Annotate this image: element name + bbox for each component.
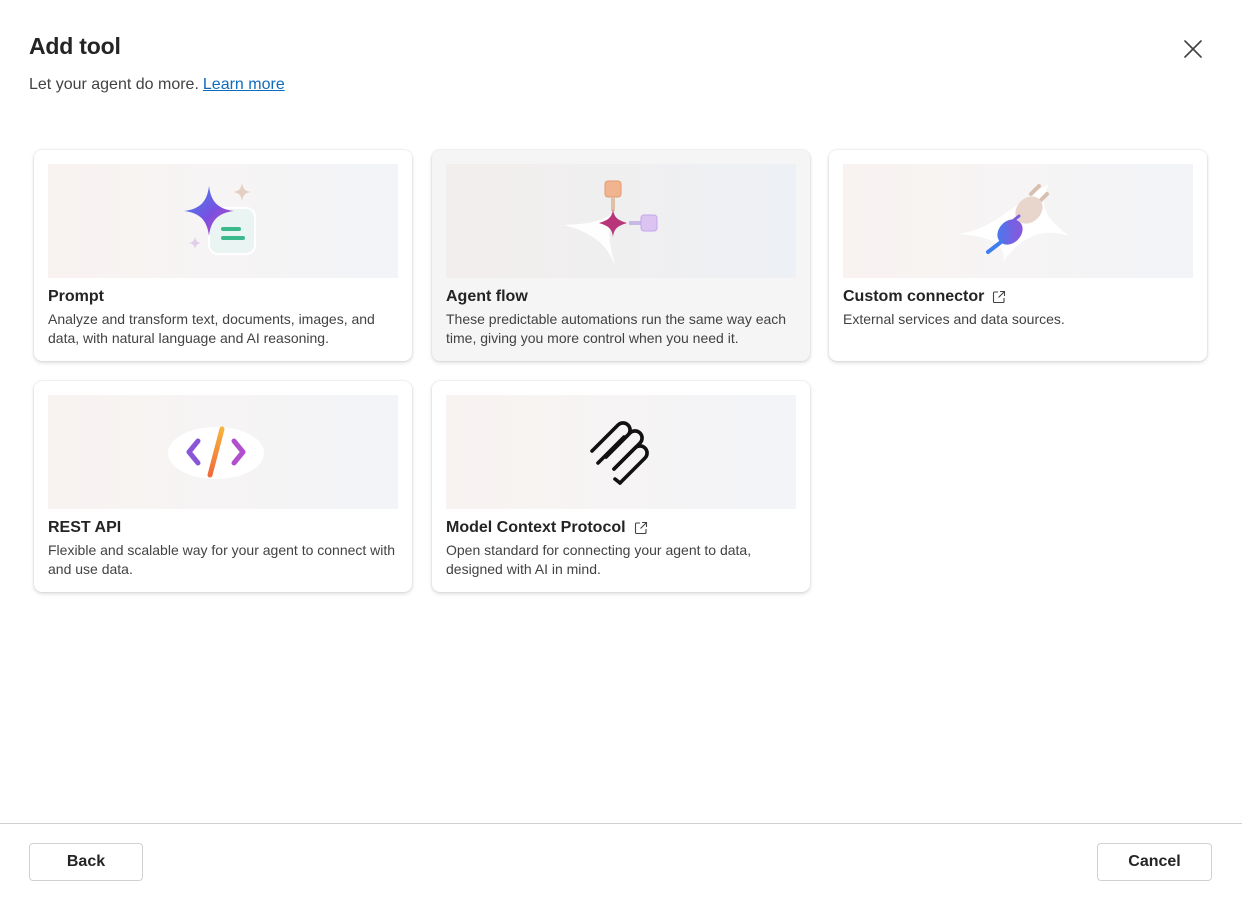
footer-divider: [0, 823, 1242, 824]
card-description: Flexible and scalable way for your agent…: [48, 542, 396, 577]
card-illustration: [446, 164, 796, 278]
card-title-text: REST API: [48, 519, 122, 536]
card-title: Custom connector: [843, 288, 1006, 306]
card-illustration: [48, 395, 398, 509]
card-title-text: Prompt: [48, 288, 104, 305]
open-external-icon: [634, 521, 647, 535]
card-title: Model Context Protocol: [446, 519, 648, 537]
dialog-subtitle: Let your agent do more. Learn more: [29, 76, 285, 94]
card-title: REST API: [48, 519, 121, 537]
card-title-text: Custom connector: [843, 288, 985, 305]
code-icon: [168, 426, 264, 479]
back-button[interactable]: Back: [29, 843, 143, 881]
card-title-text: Model Context Protocol: [446, 519, 626, 536]
close-button[interactable]: [1176, 32, 1210, 66]
agent-flow-icon: [564, 180, 658, 268]
learn-more-link[interactable]: Learn more: [203, 76, 285, 93]
dialog-title: Add tool: [29, 33, 121, 59]
card-description: External services and data sources.: [843, 311, 1065, 327]
mcp-icon: [590, 421, 649, 485]
tool-card-model-context-protocol[interactable]: Model Context Protocol Open standard for…: [432, 381, 810, 592]
tool-card-agent-flow[interactable]: Agent flow These predictable automations…: [432, 150, 810, 361]
tool-card-rest-api[interactable]: REST API Flexible and scalable way for y…: [34, 381, 412, 592]
card-description: Open standard for connecting your agent …: [446, 542, 752, 577]
prompt-sparkle-icon: [184, 183, 256, 255]
card-description: Analyze and transform text, documents, i…: [48, 311, 375, 346]
card-title-text: Agent flow: [446, 288, 528, 305]
subtitle-text: Let your agent do more.: [29, 76, 199, 93]
card-description: These predictable automations run the sa…: [446, 311, 787, 346]
plug-icon: [957, 184, 1069, 262]
tool-card-prompt[interactable]: Prompt Analyze and transform text, docum…: [34, 150, 412, 361]
card-title: Prompt: [48, 288, 104, 306]
card-title: Agent flow: [446, 288, 528, 306]
cancel-button[interactable]: Cancel: [1097, 843, 1212, 881]
tool-card-custom-connector[interactable]: Custom connector External services and d…: [829, 150, 1207, 361]
open-external-icon: [993, 290, 1006, 304]
close-icon: [1184, 40, 1202, 58]
card-illustration: [843, 164, 1193, 278]
add-tool-dialog: Add tool Let your agent do more. Learn mo…: [0, 0, 1242, 900]
card-illustration: [48, 164, 398, 278]
card-illustration: [446, 395, 796, 509]
